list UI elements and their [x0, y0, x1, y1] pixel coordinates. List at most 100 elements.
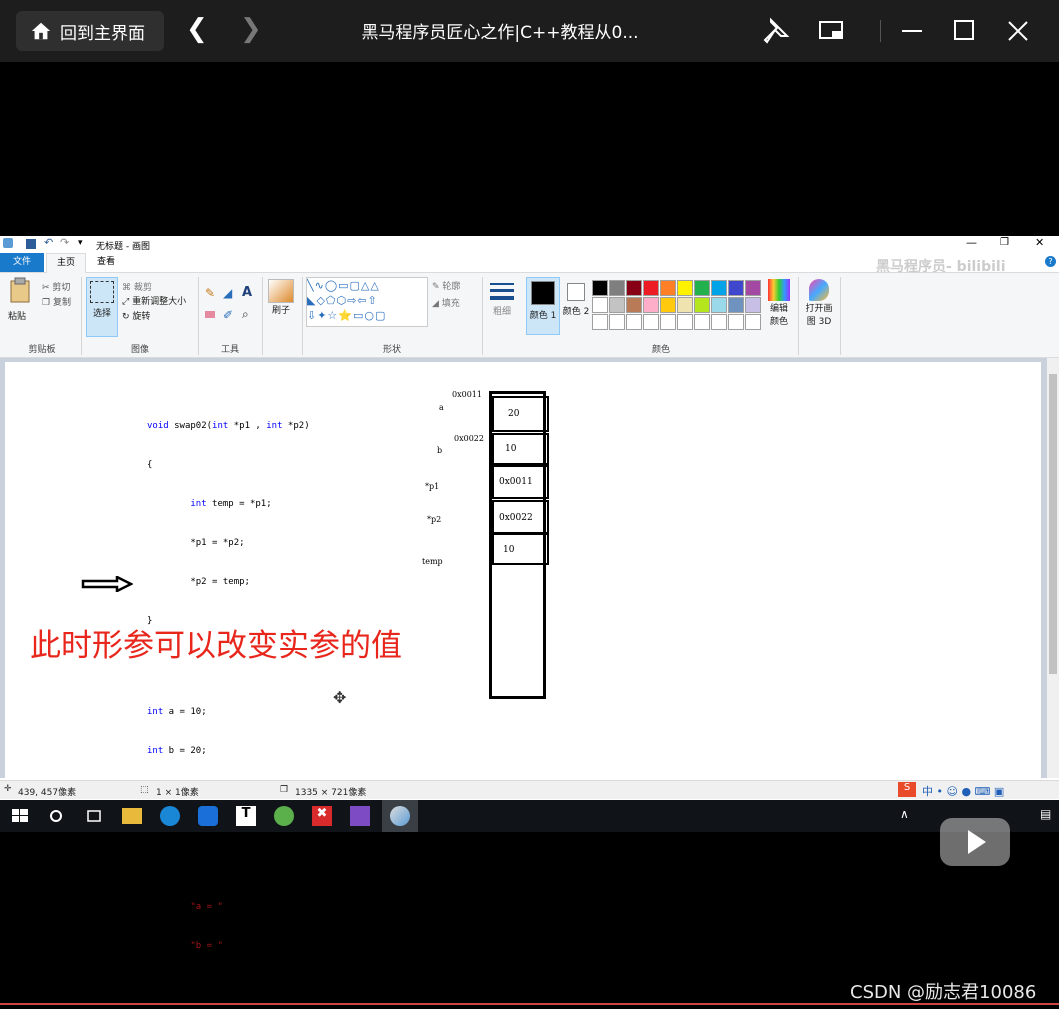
home-icon: [31, 22, 51, 40]
fill-button[interactable]: ◢ 填充: [432, 296, 460, 309]
palette-color-swatch[interactable]: [677, 297, 693, 313]
paint-close-icon[interactable]: ✕: [1035, 236, 1044, 249]
magnifier-icon[interactable]: ⌕: [242, 307, 249, 322]
palette-color-swatch[interactable]: [643, 280, 659, 296]
typora-icon[interactable]: T: [236, 806, 256, 826]
palette-color-swatch[interactable]: [609, 314, 625, 330]
paste-button[interactable]: 粘贴: [8, 277, 34, 322]
sogou-ime-icon[interactable]: S: [898, 782, 916, 797]
pencil-icon[interactable]: ✎: [205, 286, 215, 300]
outline-button[interactable]: ✎ 轮廓: [432, 279, 460, 292]
palette-color-swatch[interactable]: [745, 297, 761, 313]
picture-in-picture-icon[interactable]: [817, 16, 847, 46]
palette-color-swatch[interactable]: [609, 297, 625, 313]
green-app-icon[interactable]: [274, 806, 294, 826]
palette-color-swatch[interactable]: [694, 297, 710, 313]
palette-color-swatch[interactable]: [626, 297, 642, 313]
palette-color-swatch[interactable]: [711, 314, 727, 330]
palette-color-swatch[interactable]: [677, 314, 693, 330]
edit-colors-button[interactable]: 编辑颜色: [766, 279, 792, 327]
windows-start-icon[interactable]: [8, 804, 32, 828]
pin-icon[interactable]: [761, 16, 791, 46]
canvas-size: 1335 × 721像素: [295, 788, 367, 798]
palette-color-swatch[interactable]: [728, 280, 744, 296]
forward-arrow-icon[interactable]: ❯: [240, 14, 262, 44]
undo-icon[interactable]: ↶: [44, 236, 53, 249]
brush-button[interactable]: 刷子: [268, 279, 294, 316]
text-tool-icon[interactable]: A: [242, 285, 252, 300]
tab-view[interactable]: 查看: [88, 253, 124, 272]
color2-button[interactable]: 颜色 2: [562, 277, 590, 333]
brush-label: 刷子: [271, 306, 290, 316]
play-overlay-icon[interactable]: [940, 818, 1010, 866]
annotation-text: 此时形参可以改变实参的值: [30, 628, 402, 664]
palette-color-swatch[interactable]: [745, 314, 761, 330]
palette-color-swatch[interactable]: [677, 280, 693, 296]
palette-color-swatch[interactable]: [694, 314, 710, 330]
palette-color-swatch[interactable]: [728, 314, 744, 330]
file-explorer-icon[interactable]: [122, 808, 142, 824]
palette-color-swatch[interactable]: [609, 280, 625, 296]
palette-color-swatch[interactable]: [728, 297, 744, 313]
notification-icon[interactable]: ▤: [1040, 807, 1051, 821]
close-icon[interactable]: [1003, 16, 1033, 46]
color1-button[interactable]: 颜色 1: [526, 277, 560, 335]
baidu-netdisk-icon[interactable]: [198, 806, 218, 826]
palette-color-swatch[interactable]: [643, 297, 659, 313]
palette-color-swatch[interactable]: [592, 314, 608, 330]
paint-restore-icon[interactable]: ❐: [1000, 237, 1009, 248]
size-button[interactable]: 粗细: [488, 279, 516, 317]
back-arrow-icon[interactable]: ❮: [186, 14, 208, 44]
memory-cell: 20: [492, 396, 549, 432]
paint3d-button[interactable]: 打开画图 3D: [803, 279, 835, 327]
shapes-gallery[interactable]: ╲∿◯▭▢△△ ◣◇⬠⬡⇨⇦⇧ ⇩✦☆⭐▭○▢: [306, 277, 428, 327]
resize-button[interactable]: ⤢ 重新调整大小: [122, 294, 186, 307]
colors-group-label: 颜色: [651, 345, 670, 355]
xmind-icon[interactable]: ✖: [312, 806, 332, 826]
paint-minimize-icon[interactable]: —: [966, 236, 977, 249]
fill-bucket-icon[interactable]: ◢: [223, 286, 232, 300]
edge-icon[interactable]: [160, 806, 180, 826]
home-button[interactable]: 回到主界面: [16, 11, 164, 51]
rotate-button[interactable]: ↻ 旋转: [122, 309, 150, 322]
eraser-icon[interactable]: [205, 311, 215, 318]
drawing-canvas[interactable]: void swap02(int *p1 , int *p2) { int tem…: [5, 362, 1041, 951]
scroll-thumb[interactable]: [1049, 374, 1057, 674]
vertical-scrollbar[interactable]: [1047, 358, 1059, 778]
task-view-icon[interactable]: [82, 804, 106, 828]
tray-chevron-icon[interactable]: ∧: [900, 807, 909, 821]
palette-color-swatch[interactable]: [660, 280, 676, 296]
palette-color-swatch[interactable]: [626, 314, 642, 330]
palette-color-swatch[interactable]: [626, 280, 642, 296]
palette-color-swatch[interactable]: [592, 280, 608, 296]
search-icon[interactable]: [44, 804, 68, 828]
palette-color-swatch[interactable]: [643, 314, 659, 330]
palette-color-swatch[interactable]: [694, 280, 710, 296]
color-picker-icon[interactable]: ✐: [223, 308, 233, 322]
mem-label-b: b: [437, 446, 443, 455]
paint-taskbar-item[interactable]: [382, 800, 418, 832]
tab-file[interactable]: 文件: [0, 253, 44, 272]
copy-button[interactable]: ❐ 复制: [42, 295, 71, 308]
help-icon[interactable]: ?: [1045, 256, 1056, 267]
minimize-icon[interactable]: [897, 16, 927, 46]
visual-studio-icon[interactable]: [350, 806, 370, 826]
palette-color-swatch[interactable]: [745, 280, 761, 296]
redo-icon[interactable]: ↷: [60, 236, 69, 249]
save-icon[interactable]: [26, 239, 36, 249]
palette-color-swatch[interactable]: [660, 314, 676, 330]
crop-button[interactable]: ⌘ 裁剪: [122, 280, 152, 293]
maximize-icon[interactable]: [950, 16, 980, 46]
tab-home[interactable]: 主页: [46, 253, 86, 273]
select-button[interactable]: 选择: [86, 277, 118, 337]
csdn-watermark: CSDN @励志君10086: [850, 982, 1037, 1003]
palette-color-swatch[interactable]: [711, 297, 727, 313]
palette-color-swatch[interactable]: [660, 297, 676, 313]
progress-bar[interactable]: [0, 1003, 1059, 1005]
quick-access-dropdown-icon[interactable]: ▾: [78, 238, 83, 248]
cut-button[interactable]: ✂ 剪切: [42, 280, 70, 293]
ime-toolbar-icons[interactable]: 中 • ☺ ● ⌨ ▣: [922, 783, 1004, 799]
palette-color-swatch[interactable]: [592, 297, 608, 313]
palette-color-swatch[interactable]: [711, 280, 727, 296]
cut-label: 剪切: [52, 283, 71, 293]
